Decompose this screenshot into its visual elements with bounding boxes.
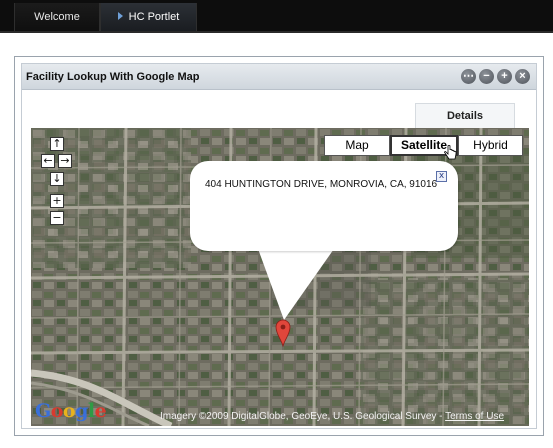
maximize-icon[interactable]: + — [497, 69, 512, 84]
pan-up-icon[interactable]: ↑ — [50, 137, 64, 151]
terms-of-use-link[interactable]: Terms of Use — [445, 411, 504, 422]
tab-welcome-label: Welcome — [34, 11, 80, 23]
pan-right-icon[interactable]: → — [58, 154, 72, 168]
caret-right-icon — [117, 12, 123, 20]
zoom-in-icon[interactable]: + — [50, 194, 64, 208]
google-logo-letter: e — [94, 400, 107, 422]
portlet-controls: ⋯ − + × — [461, 69, 530, 85]
tab-welcome[interactable]: Welcome — [14, 3, 100, 31]
google-logo-letter: o — [50, 400, 64, 422]
info-window: 404 HUNTINGTON DRIVE, MONROVIA, CA, 9101… — [190, 161, 458, 251]
copyright-text: Imagery ©2009 DigitalGlobe, GeoEye, U.S.… — [160, 411, 446, 422]
map-marker-icon[interactable] — [275, 319, 291, 347]
close-icon[interactable]: × — [515, 69, 530, 84]
portlet-title: Facility Lookup With Google Map — [26, 71, 200, 83]
minimize-icon[interactable]: − — [479, 69, 494, 84]
pan-left-icon[interactable]: ← — [41, 154, 55, 168]
top-navigation: Welcome HC Portlet — [0, 0, 553, 33]
pan-down-icon[interactable]: ↓ — [50, 172, 64, 186]
info-window-close-icon[interactable]: x — [436, 171, 447, 182]
info-window-address: 404 HUNTINGTON DRIVE, MONROVIA, CA, 9101… — [205, 179, 438, 190]
google-logo-letter: G — [35, 400, 51, 422]
google-map[interactable]: ↑ ← → ↓ + − Map Satellite Hybrid 404 HUN… — [31, 128, 529, 426]
map-type-map-button[interactable]: Map — [324, 135, 390, 156]
portlet: Facility Lookup With Google Map ⋯ − + × … — [14, 56, 544, 436]
tab-hc-portlet[interactable]: HC Portlet — [100, 3, 197, 31]
map-type-hybrid-button[interactable]: Hybrid — [458, 135, 523, 156]
map-copyright: Imagery ©2009 DigitalGlobe, GeoEye, U.S.… — [160, 411, 504, 422]
details-tab[interactable]: Details — [415, 103, 515, 129]
tab-hc-portlet-label: HC Portlet — [128, 11, 180, 23]
hand-cursor-icon — [444, 145, 457, 160]
portlet-header: Facility Lookup With Google Map ⋯ − + × — [22, 64, 536, 90]
google-logo-letter: l — [87, 400, 95, 422]
google-logo-letter: g — [75, 400, 88, 422]
google-logo-letter: o — [62, 400, 76, 422]
zoom-out-icon[interactable]: − — [50, 211, 64, 225]
more-options-icon[interactable]: ⋯ — [461, 69, 476, 84]
portlet-body: Facility Lookup With Google Map ⋯ − + × … — [21, 63, 537, 429]
google-logo[interactable]: Google — [35, 400, 107, 422]
